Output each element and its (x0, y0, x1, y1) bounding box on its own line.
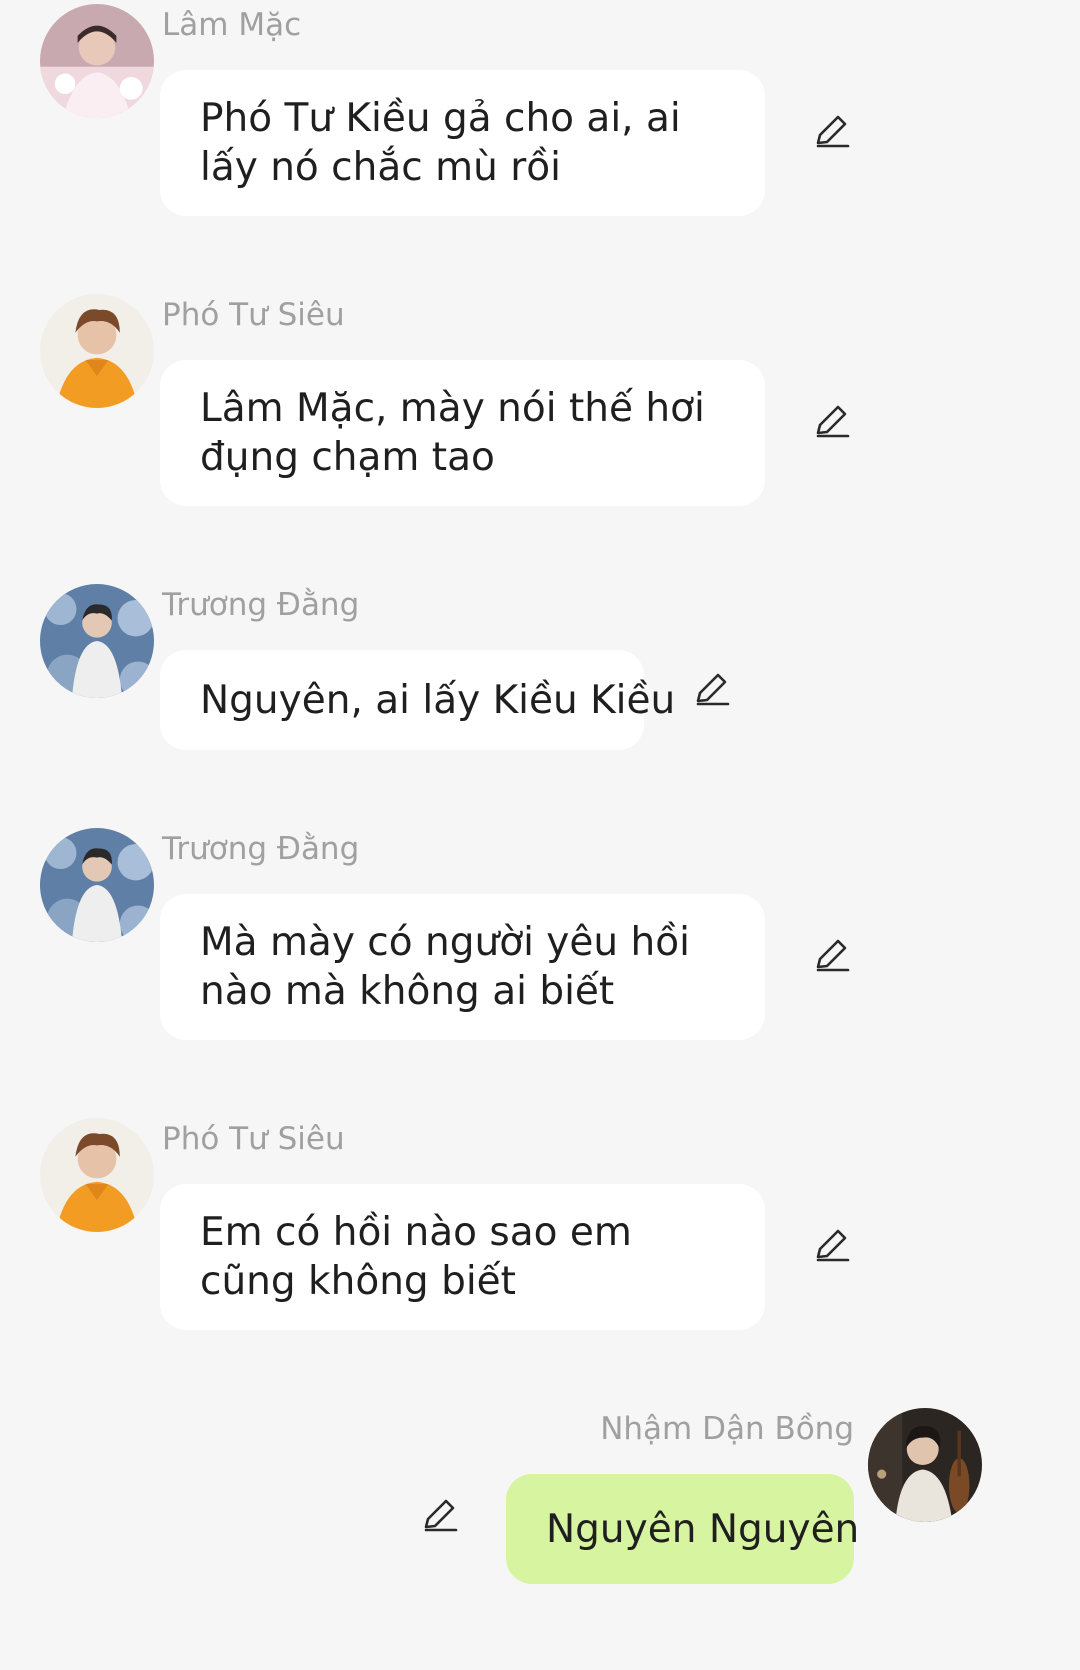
avatar-pho-tu-sieu-icon (40, 1118, 154, 1232)
message-bubble[interactable]: Phó Tư Kiều gả cho ai, ai lấy nó chắc mù… (160, 70, 765, 216)
message-bubble[interactable]: Lâm Mặc, mày nói thế hơi đụng chạm tao (160, 360, 765, 506)
avatar-truong-dang-icon (40, 828, 154, 942)
pencil-edit-icon[interactable] (690, 668, 732, 710)
sender-name: Trương Đằng (162, 831, 360, 867)
avatar[interactable] (40, 4, 154, 118)
message-bubble[interactable]: Mà mày có người yêu hồi nào mà không ai … (160, 894, 765, 1040)
message-text: Nguyên, ai lấy Kiều Kiều (200, 677, 676, 723)
message-text: Nguyên Nguyên (546, 1506, 860, 1552)
avatar[interactable] (40, 1118, 154, 1232)
pencil-edit-icon[interactable] (810, 400, 852, 442)
message-text: Phó Tư Kiều gả cho ai, ai lấy nó chắc mù… (200, 96, 681, 190)
pencil-edit-icon[interactable] (810, 110, 852, 152)
avatar[interactable] (40, 294, 154, 408)
avatar-pho-tu-sieu-icon (40, 294, 154, 408)
avatar-lam-mac-icon (40, 4, 154, 118)
message-bubble[interactable]: Nguyên, ai lấy Kiều Kiều (160, 650, 675, 750)
message-bubble[interactable]: Em có hồi nào sao em cũng không biết (160, 1184, 765, 1330)
message-text: Em có hồi nào sao em cũng không biết (200, 1210, 632, 1304)
avatar[interactable] (40, 584, 154, 698)
message-text: Lâm Mặc, mày nói thế hơi đụng chạm tao (200, 386, 705, 480)
sender-name: Lâm Mặc (162, 7, 302, 43)
pencil-edit-icon[interactable] (810, 1224, 852, 1266)
sender-name: Phó Tư Siêu (162, 297, 345, 333)
avatar[interactable] (40, 828, 154, 942)
message-text: Mà mày có người yêu hồi nào mà không ai … (200, 920, 690, 1014)
message-bubble[interactable]: Nguyên Nguyên (506, 1474, 859, 1584)
avatar[interactable] (868, 1408, 982, 1522)
chat-thread: Lâm Mặc Phó Tư Kiều gả cho ai, ai lấy nó… (0, 0, 1080, 1670)
sender-name: Trương Đằng (162, 587, 360, 623)
avatar-truong-dang-icon (40, 584, 154, 698)
avatar-nham-dan-bong-icon (868, 1408, 982, 1522)
sender-name: Nhậm Dận Bồng (600, 1411, 854, 1447)
pencil-edit-icon[interactable] (810, 934, 852, 976)
sender-name: Phó Tư Siêu (162, 1121, 345, 1157)
pencil-edit-icon[interactable] (418, 1494, 460, 1536)
